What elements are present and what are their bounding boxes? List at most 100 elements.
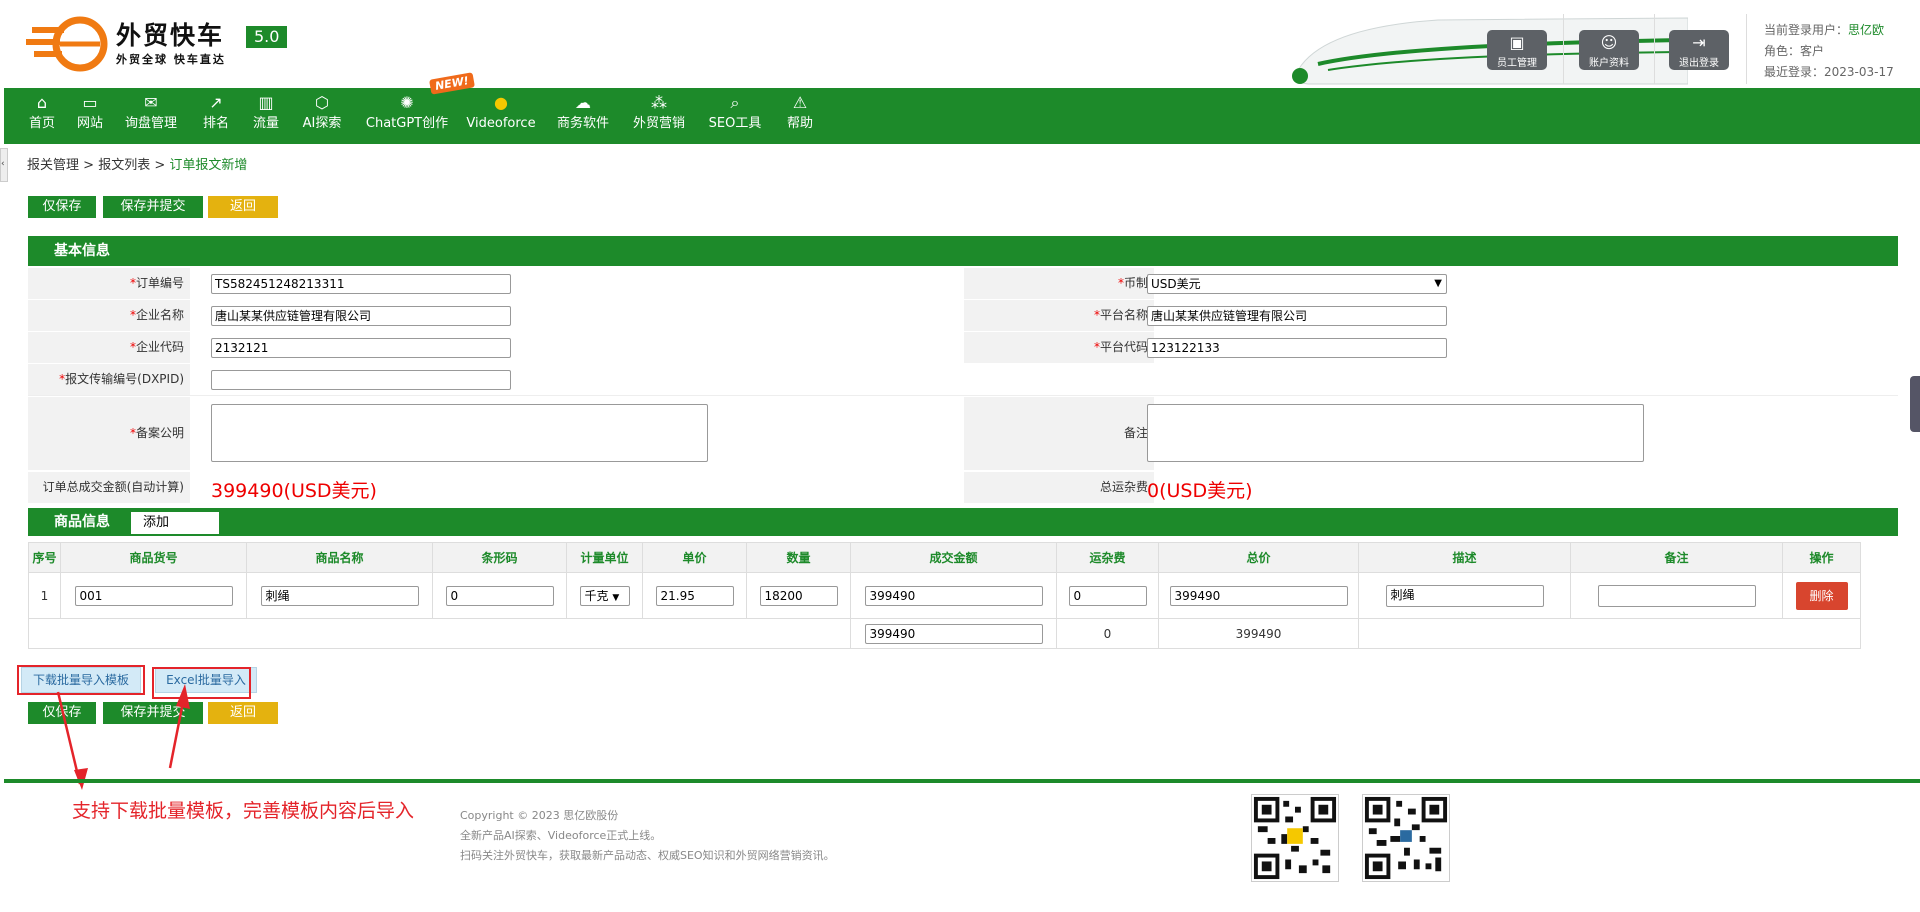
cloud-icon: ☁: [575, 93, 591, 112]
user-label: 当前登录用户：: [1764, 23, 1849, 37]
ranking-icon: ↗: [209, 93, 223, 112]
bar-chart-icon: ▥: [258, 93, 274, 112]
currency-select[interactable]: USD美元 ▼: [1147, 274, 1447, 294]
warning-icon: ⚠: [792, 93, 808, 112]
add-goods-button[interactable]: 添加: [131, 512, 219, 534]
back-button-bottom[interactable]: 返回: [208, 702, 278, 724]
qr-code-image: [1251, 794, 1339, 882]
logout-label: 退出登录: [1679, 58, 1719, 69]
platform-code-input[interactable]: 123122133: [1147, 338, 1447, 358]
logo-title: 外贸快车: [116, 21, 225, 50]
order-no-input[interactable]: TS582451248213311: [211, 274, 511, 294]
mail-icon: ✉: [144, 93, 158, 112]
price-input[interactable]: 21.95: [655, 585, 734, 606]
search-icon: ⌕: [730, 93, 740, 112]
sum-amount-input[interactable]: 399490: [864, 623, 1043, 644]
highlight-box: [17, 665, 145, 695]
total-freight-label: 总运杂费: [964, 472, 1154, 503]
nav-business-software[interactable]: ☁ 商务软件: [552, 88, 614, 144]
form-row: *企业名称 唐山某某供应链管理有限公司 *平台名称 唐山某某供应链管理有限公司: [28, 300, 1898, 332]
nav-inquiry[interactable]: ✉ 询盘管理: [120, 88, 182, 144]
breadcrumb-current: 订单报文新增: [169, 158, 248, 173]
account-label: 账户资料: [1589, 58, 1629, 69]
staff-management-button[interactable]: ▣ 员工管理: [1487, 30, 1547, 70]
sidebar-toggle[interactable]: ‹: [0, 148, 8, 182]
nav-help[interactable]: ⚠ 帮助: [780, 88, 820, 144]
chevron-down-icon: ▼: [612, 592, 620, 603]
total-input[interactable]: 399490: [1169, 585, 1348, 606]
logout-icon: ⇥: [1692, 33, 1706, 52]
remark-label: 备注: [1123, 426, 1148, 440]
unit-select[interactable]: 千克 ▼: [579, 585, 630, 606]
qr-code-image: [1362, 794, 1450, 882]
videoforce-icon: ●: [494, 93, 508, 112]
dxpid-label: 报文传输编号(DXPID): [65, 372, 184, 386]
nav-ranking[interactable]: ↗ 排名: [196, 88, 236, 144]
logo[interactable]: 外贸快车 外贸全球 快车直达: [24, 16, 226, 72]
nav-ai-explore[interactable]: ⬡ AI探索: [298, 88, 346, 144]
breadcrumb-customs[interactable]: 报关管理: [27, 158, 79, 173]
save-only-button-bottom[interactable]: 仅保存: [28, 702, 96, 724]
quantity-input[interactable]: 18200: [759, 585, 838, 606]
nav-videoforce[interactable]: ● Videoforce: [464, 88, 538, 144]
highlight-box: [152, 667, 251, 699]
sku-input[interactable]: 001: [74, 585, 233, 606]
footer-line-2: 全新产品AI探索、Videoforce正式上线。: [460, 829, 662, 842]
header-divider: [1563, 14, 1564, 84]
annotation-text: 支持下载批量模板，完善模板内容后导入: [72, 800, 415, 822]
grid-icon: ⁂: [651, 93, 667, 112]
right-float-tab[interactable]: [1910, 376, 1920, 432]
order-no-label: 订单编号: [135, 276, 184, 290]
logo-subtitle: 外贸全球 快车直达: [116, 53, 226, 66]
product-name-input[interactable]: 刺绳: [260, 585, 419, 606]
save-submit-button[interactable]: 保存并提交: [103, 196, 203, 218]
remark-cell-textarea[interactable]: [1597, 584, 1756, 607]
platform-name-label: 平台名称: [1099, 308, 1148, 322]
row-index: 1: [28, 572, 61, 619]
company-name-input[interactable]: 唐山某某供应链管理有限公司: [211, 306, 511, 326]
staff-icon: ▣: [1509, 33, 1525, 52]
nav-home[interactable]: ⌂ 首页: [22, 88, 62, 144]
breadcrumb: 报关管理 > 报文列表 > 订单报文新增: [27, 158, 248, 173]
barcode-input[interactable]: 0: [445, 585, 554, 606]
dxpid-input[interactable]: [211, 370, 511, 390]
user-name[interactable]: 思亿欧: [1848, 23, 1884, 37]
ai-icon: ⬡: [315, 93, 329, 112]
save-submit-button-bottom[interactable]: 保存并提交: [103, 702, 203, 724]
account-info-button[interactable]: ☺ 账户资料: [1579, 30, 1639, 70]
back-button[interactable]: 返回: [208, 196, 278, 218]
company-code-input[interactable]: 2132121: [211, 338, 511, 358]
form-row: 订单总成交金额(自动计算) 399490(USD美元) 总运杂费 0(USD美元…: [28, 472, 1898, 504]
nav-traffic[interactable]: ▥ 流量: [246, 88, 286, 144]
freight-input[interactable]: 0: [1068, 585, 1147, 606]
filing-textarea[interactable]: [211, 404, 708, 462]
nav-website[interactable]: ▭ 网站: [70, 88, 110, 144]
platform-name-input[interactable]: 唐山某某供应链管理有限公司: [1147, 306, 1447, 326]
form-row: *报文传输编号(DXPID): [28, 364, 1898, 396]
form-row: *备案公明 备注: [28, 397, 1898, 471]
total-amount-label: 订单总成交金额(自动计算): [28, 472, 190, 503]
nav-chatgpt[interactable]: ✺ ChatGPT创作: [360, 88, 454, 144]
filing-label: 备案公明: [135, 426, 184, 440]
staff-label: 员工管理: [1497, 58, 1537, 69]
nav-seo-tools[interactable]: ⌕ SEO工具: [704, 88, 766, 144]
form-row: *企业代码 2132121 *平台代码 123122133: [28, 332, 1898, 364]
save-only-button[interactable]: 仅保存: [28, 196, 96, 218]
delete-row-button[interactable]: 删除: [1795, 581, 1848, 610]
user-info: 当前登录用户：思亿欧 角色：客户 最近登录：2023-03-17: [1764, 20, 1894, 83]
logout-button[interactable]: ⇥ 退出登录: [1669, 30, 1729, 70]
nav-marketing[interactable]: ⁂ 外贸营销: [628, 88, 690, 144]
user-icon: ☺: [1600, 33, 1618, 52]
version-badge: 5.0: [246, 26, 288, 48]
home-icon: ⌂: [36, 93, 48, 112]
amount-input[interactable]: 399490: [864, 585, 1043, 606]
total-amount-value: 399490(USD美元): [211, 480, 377, 502]
breadcrumb-list[interactable]: 报文列表: [98, 158, 150, 173]
description-textarea[interactable]: 刺绳: [1385, 584, 1544, 607]
last-login: 最近登录：2023-03-17: [1764, 65, 1894, 79]
header-divider: [1654, 14, 1655, 84]
user-role: 角色：客户: [1764, 44, 1825, 58]
table-summary-row: 399490 0 399490: [28, 618, 1861, 649]
monitor-icon: ▭: [82, 93, 98, 112]
remark-textarea[interactable]: [1147, 404, 1644, 462]
